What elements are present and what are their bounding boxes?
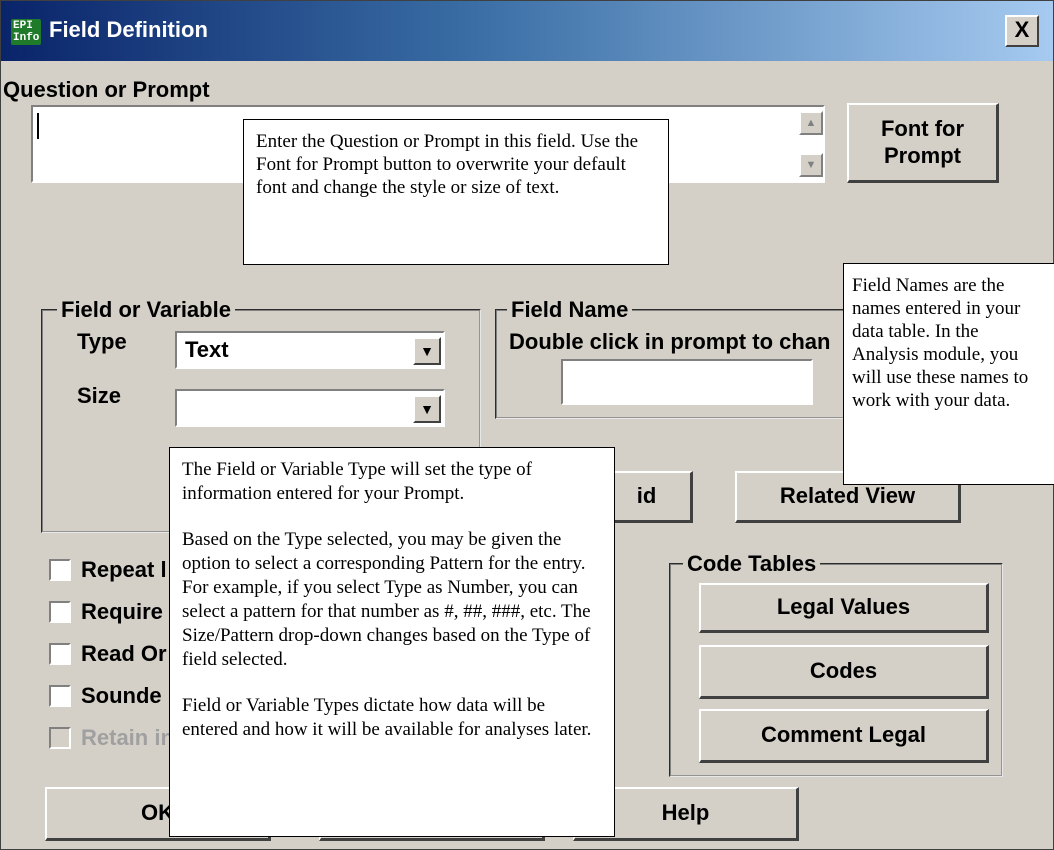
legal-values-button[interactable]: Legal Values (699, 583, 989, 633)
checkbox-label: Retain in (81, 725, 174, 750)
code-tables-legend: Code Tables (683, 551, 821, 577)
size-dropdown[interactable]: ▼ (175, 389, 445, 427)
comment-legal-button[interactable]: Comment Legal (699, 709, 989, 763)
field-name-callout: Field Names are the names entered in you… (843, 263, 1054, 485)
type-callout-para-2: Based on the Type selected, you may be g… (182, 529, 591, 670)
field-name-input[interactable] (561, 359, 813, 405)
type-callout-para-1: The Field or Variable Type will set the … (182, 459, 532, 504)
checkbox-box[interactable] (49, 727, 71, 749)
type-dropdown[interactable]: Text ▼ (175, 331, 445, 369)
codes-button[interactable]: Codes (699, 645, 989, 699)
field-name-callout-text: Field Names are the names entered in you… (852, 275, 1029, 411)
font-for-prompt-button[interactable]: Font for Prompt (847, 103, 999, 183)
prompt-label: Question or Prompt (3, 77, 210, 102)
window-title: Field Definition (49, 17, 208, 42)
checkbox-box[interactable] (49, 685, 71, 707)
checkbox-box[interactable] (49, 643, 71, 665)
checkbox-label: Require (81, 599, 163, 624)
field-name-hint: Double click in prompt to chan (509, 329, 831, 354)
type-label: Type (77, 329, 127, 354)
chevron-down-icon[interactable]: ▼ (413, 337, 441, 365)
checkbox-label: Read Or (81, 641, 167, 666)
chevron-down-icon[interactable]: ▼ (413, 395, 441, 423)
prompt-callout-text: Enter the Question or Prompt in this fie… (256, 131, 639, 198)
prompt-callout: Enter the Question or Prompt in this fie… (243, 119, 669, 265)
checkbox-box[interactable] (49, 559, 71, 581)
text-caret (37, 113, 39, 139)
size-label: Size (77, 383, 122, 408)
close-button[interactable]: X (1005, 15, 1039, 47)
title-bar[interactable]: EPI Info Field Definition X (1, 1, 1053, 61)
field-name-legend: Field Name (507, 297, 633, 323)
epi-info-app-icon: EPI Info (11, 19, 41, 45)
checkbox-label: Repeat l (81, 557, 167, 582)
checkbox-box[interactable] (49, 601, 71, 623)
checkbox-label: Sounde (81, 683, 162, 708)
field-definition-dialog: EPI Info Field Definition X Question or … (0, 0, 1054, 850)
type-callout-para-3: Field or Variable Types dictate how data… (182, 695, 592, 740)
scroll-up-icon[interactable]: ▲ (799, 111, 823, 135)
type-value: Text (185, 337, 229, 362)
scroll-down-icon[interactable]: ▼ (799, 153, 823, 177)
field-or-variable-legend: Field or Variable (57, 297, 235, 323)
type-callout: The Field or Variable Type will set the … (169, 447, 615, 837)
